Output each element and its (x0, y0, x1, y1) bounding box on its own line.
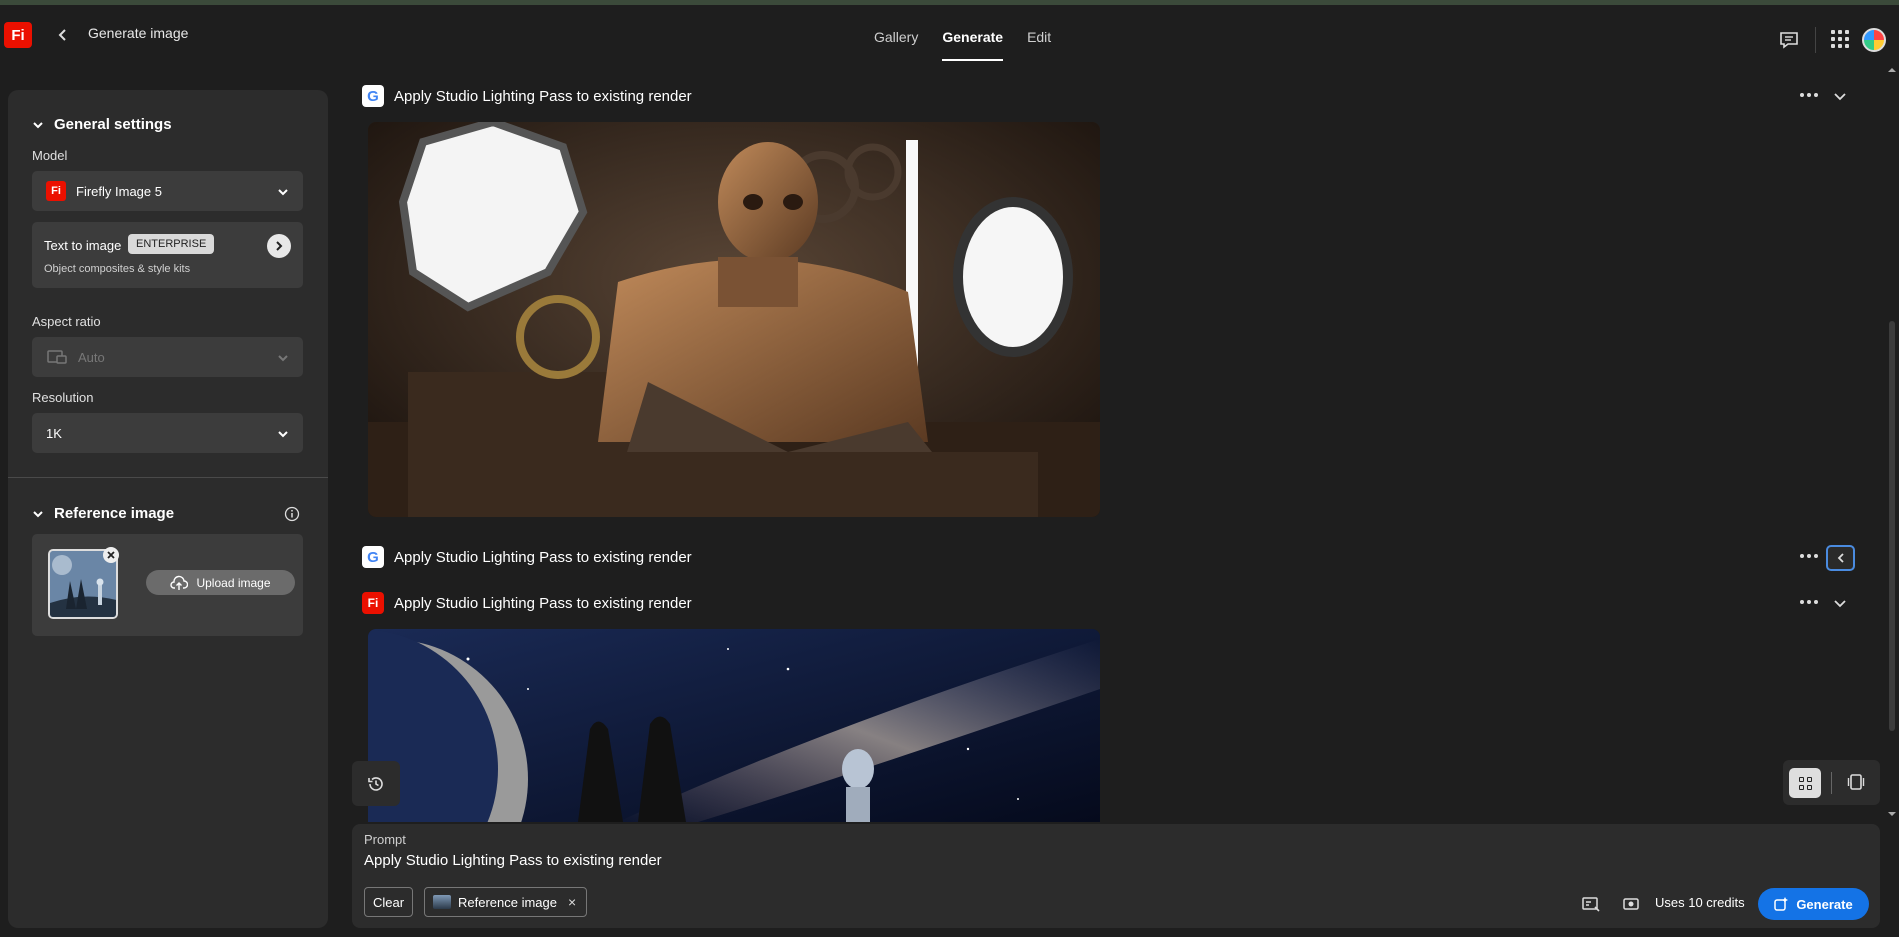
chevron-down-icon (33, 121, 43, 128)
upload-image-button[interactable]: Upload image (146, 570, 295, 595)
firefly-model-icon: Fi (46, 181, 66, 201)
generate-sparkle-icon (1774, 897, 1789, 911)
generated-image-robot[interactable] (368, 122, 1100, 517)
chevron-down-icon (278, 189, 288, 196)
prompt-panel: Prompt Apply Studio Lighting Pass to exi… (352, 824, 1880, 928)
reference-image-box: Upload image (32, 534, 303, 636)
model-value: Firefly Image 5 (76, 183, 162, 199)
settings-sidebar: General settings Model Fi Firefly Image … (8, 90, 328, 928)
feedback-chat-icon[interactable] (1779, 31, 1799, 49)
clear-button[interactable]: Clear (364, 887, 414, 917)
more-options-icon[interactable] (1800, 93, 1820, 99)
single-view-icon[interactable] (1847, 773, 1865, 791)
scrollbar-thumb[interactable] (1889, 321, 1895, 731)
result-title: Apply Studio Lighting Pass to existing r… (394, 87, 692, 105)
prompt-input[interactable]: Apply Studio Lighting Pass to existing r… (364, 852, 662, 869)
enterprise-badge: ENTERPRISE (128, 234, 215, 254)
result-header-1[interactable]: G Apply Studio Lighting Pass to existing… (362, 85, 692, 107)
chevron-down-icon (33, 510, 43, 517)
general-settings-header[interactable]: General settings (32, 116, 172, 133)
image-settings-icon[interactable] (1582, 896, 1600, 912)
history-icon (368, 776, 383, 791)
model-label: Model (32, 148, 68, 163)
credits-icon[interactable] (1622, 896, 1640, 912)
scroll-down-arrow-icon[interactable] (1885, 809, 1899, 819)
main-nav: Gallery Generate Edit (862, 29, 1063, 61)
space-scene-image (368, 629, 1100, 822)
tab-edit[interactable]: Edit (1015, 29, 1063, 61)
section-divider (8, 477, 328, 478)
page-title: Generate image (88, 25, 189, 41)
generate-label: Generate (1796, 896, 1853, 912)
chevron-down-icon (278, 355, 288, 362)
resolution-value: 1K (46, 425, 62, 441)
reference-chip-label: Reference image (458, 894, 557, 910)
credits-text: Uses 10 credits (1655, 895, 1745, 910)
cloud-upload-icon (170, 575, 189, 590)
topbar-divider (1815, 27, 1816, 53)
result-header-3[interactable]: Fi Apply Studio Lighting Pass to existin… (362, 592, 692, 614)
more-options-icon[interactable] (1800, 554, 1820, 560)
result-title: Apply Studio Lighting Pass to existing r… (394, 548, 692, 566)
aspect-ratio-icon (47, 350, 67, 364)
chevron-right-icon (276, 241, 283, 251)
google-model-icon: G (362, 546, 384, 568)
mode-open-button[interactable] (267, 234, 291, 258)
upload-image-label: Upload image (196, 575, 271, 590)
generated-image-space[interactable] (368, 629, 1100, 822)
google-model-icon: G (362, 85, 384, 107)
reference-chip-close-icon[interactable]: × (568, 894, 576, 910)
chevron-down-icon[interactable] (1833, 596, 1847, 610)
firefly-logo[interactable]: Fi (4, 22, 32, 48)
expand-row-button[interactable] (1826, 545, 1855, 571)
resolution-label: Resolution (32, 390, 94, 405)
avatar[interactable] (1862, 28, 1886, 52)
results-scrollbar[interactable] (1885, 63, 1899, 823)
chevron-down-icon[interactable] (1833, 89, 1847, 103)
resolution-select[interactable]: 1K (32, 413, 303, 453)
result-title: Apply Studio Lighting Pass to existing r… (394, 594, 692, 612)
mode-subtitle: Object composites & style kits (44, 263, 191, 275)
model-select[interactable]: Fi Firefly Image 5 (32, 171, 303, 211)
tab-gallery[interactable]: Gallery (862, 29, 930, 61)
info-icon[interactable] (284, 506, 300, 522)
reference-image-header[interactable]: Reference image (32, 505, 174, 522)
reference-image-title: Reference image (54, 505, 175, 522)
tab-generate[interactable]: Generate (930, 29, 1015, 61)
grid-view-icon[interactable] (1789, 768, 1821, 798)
generation-mode-card[interactable]: Text to image ENTERPRISE Object composit… (32, 222, 303, 288)
result-header-2[interactable]: G Apply Studio Lighting Pass to existing… (362, 546, 692, 568)
aspect-ratio-value: Auto (78, 349, 105, 365)
mode-title: Text to image (44, 238, 122, 253)
remove-reference-button[interactable] (103, 547, 119, 563)
reference-chip-thumbnail (433, 895, 451, 909)
view-toggle (1783, 760, 1880, 805)
aspect-ratio-select[interactable]: Auto (32, 337, 303, 377)
top-bar: Fi Generate image Gallery Generate Edit (0, 5, 1899, 63)
back-chevron-icon[interactable] (55, 27, 71, 43)
close-icon (107, 551, 115, 559)
history-button[interactable] (352, 761, 400, 806)
aspect-ratio-label: Aspect ratio (32, 314, 101, 329)
generate-button[interactable]: Generate (1758, 888, 1869, 920)
scroll-up-arrow-icon[interactable] (1885, 65, 1899, 75)
general-settings-title: General settings (54, 116, 172, 133)
chevron-down-icon (278, 431, 288, 438)
chevron-left-icon (1837, 553, 1844, 563)
more-options-icon[interactable] (1800, 600, 1820, 606)
prompt-label: Prompt (364, 832, 406, 847)
apps-grid-icon[interactable] (1831, 30, 1849, 48)
firefly-model-icon: Fi (362, 592, 384, 614)
reference-image-chip[interactable]: Reference image × (424, 887, 588, 917)
view-toggle-divider (1831, 772, 1832, 794)
robot-workshop-image (368, 122, 1100, 517)
